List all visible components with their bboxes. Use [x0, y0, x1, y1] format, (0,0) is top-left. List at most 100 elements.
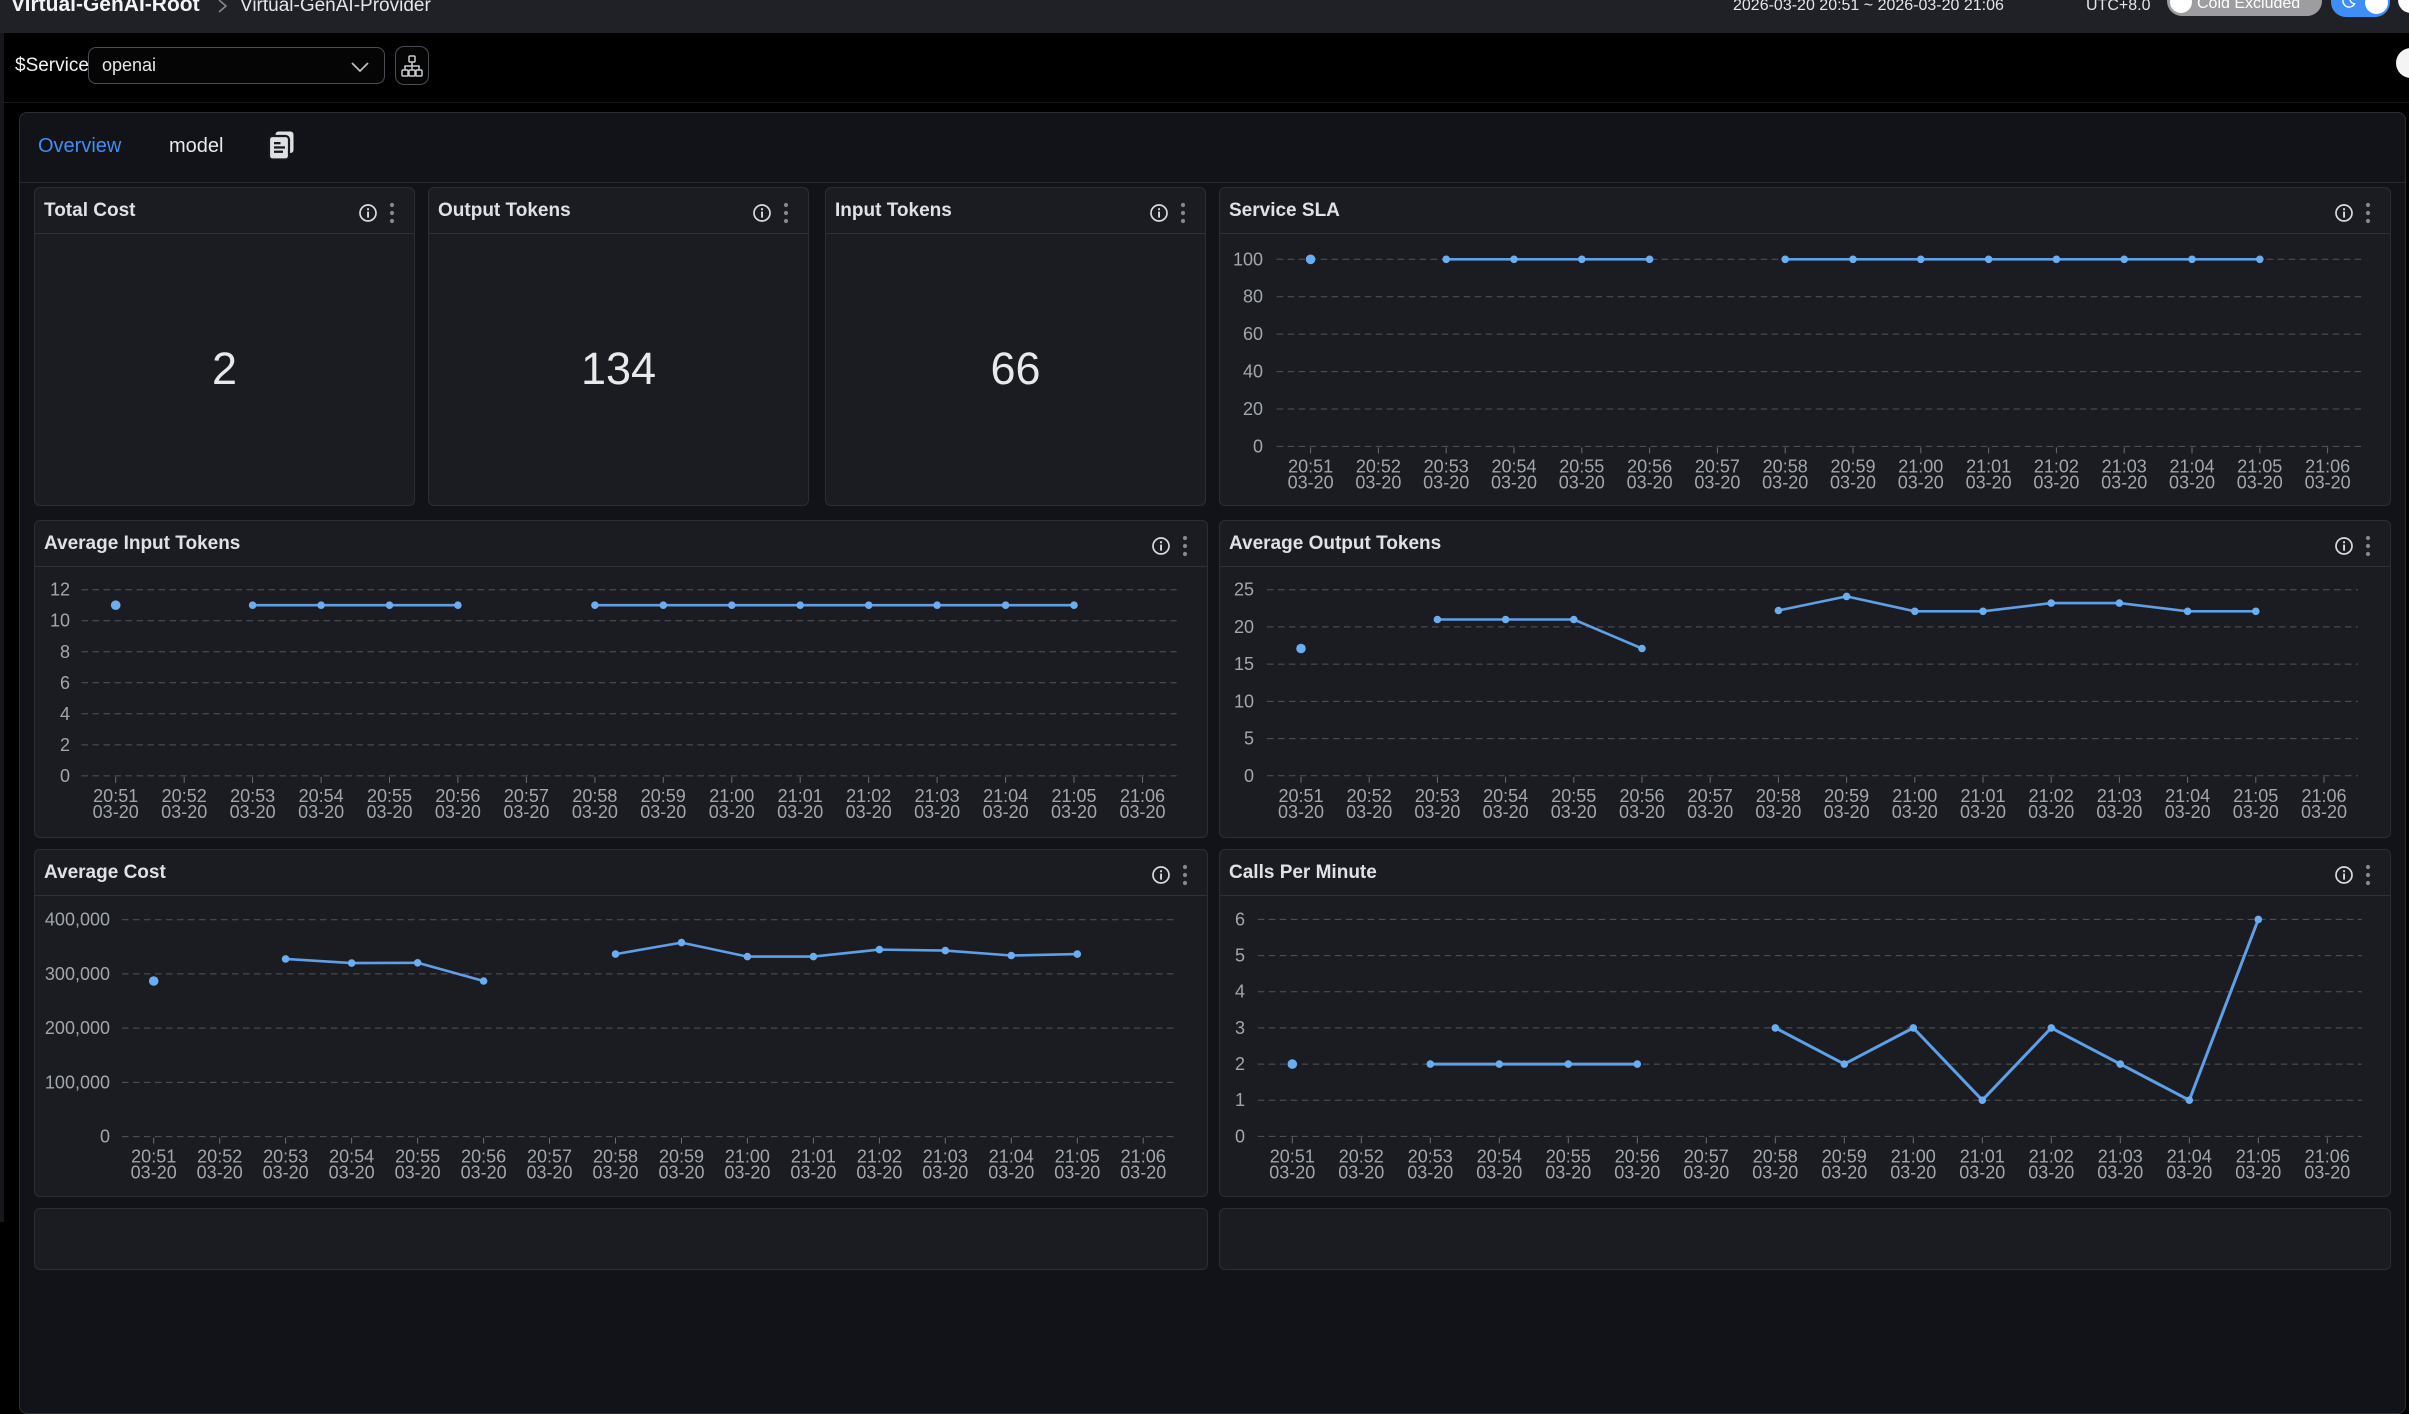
svg-text:10: 10 — [1234, 691, 1254, 711]
svg-text:03-20: 03-20 — [1491, 472, 1537, 492]
svg-text:03-20: 03-20 — [846, 802, 892, 822]
svg-text:3: 3 — [1235, 1018, 1245, 1038]
svg-text:10: 10 — [50, 611, 70, 631]
svg-text:03-20: 03-20 — [1346, 802, 1392, 822]
svg-text:03-20: 03-20 — [2237, 472, 2283, 492]
svg-text:03-20: 03-20 — [790, 1163, 836, 1183]
svg-text:5: 5 — [1244, 729, 1254, 749]
svg-text:03-20: 03-20 — [1694, 472, 1740, 492]
svg-text:03-20: 03-20 — [2101, 472, 2147, 492]
svg-text:1: 1 — [1235, 1090, 1245, 1110]
svg-text:2: 2 — [60, 735, 70, 755]
svg-text:03-20: 03-20 — [526, 1163, 572, 1183]
svg-text:03-20: 03-20 — [1551, 802, 1597, 822]
svg-text:03-20: 03-20 — [856, 1163, 902, 1183]
svg-text:03-20: 03-20 — [2028, 802, 2074, 822]
svg-text:8: 8 — [60, 642, 70, 662]
svg-text:03-20: 03-20 — [922, 1163, 968, 1183]
svg-text:20: 20 — [1243, 399, 1263, 419]
svg-text:03-20: 03-20 — [1892, 802, 1938, 822]
svg-text:4: 4 — [60, 704, 70, 724]
svg-text:100: 100 — [1233, 249, 1263, 269]
svg-text:03-20: 03-20 — [2235, 1162, 2281, 1182]
svg-text:12: 12 — [50, 580, 70, 600]
svg-text:03-20: 03-20 — [1627, 472, 1673, 492]
svg-text:03-20: 03-20 — [1120, 1163, 1166, 1183]
svg-text:03-20: 03-20 — [461, 1163, 507, 1183]
svg-text:03-20: 03-20 — [1545, 1162, 1591, 1182]
svg-text:03-20: 03-20 — [1762, 472, 1808, 492]
svg-text:03-20: 03-20 — [263, 1163, 309, 1183]
svg-text:03-20: 03-20 — [298, 802, 344, 822]
svg-text:03-20: 03-20 — [329, 1163, 375, 1183]
svg-text:03-20: 03-20 — [640, 802, 686, 822]
svg-text:80: 80 — [1243, 287, 1263, 307]
svg-text:03-20: 03-20 — [2033, 472, 2079, 492]
svg-text:03-20: 03-20 — [1683, 1162, 1729, 1182]
svg-text:03-20: 03-20 — [914, 802, 960, 822]
svg-text:03-20: 03-20 — [1898, 472, 1944, 492]
svg-text:03-20: 03-20 — [435, 802, 481, 822]
svg-text:03-20: 03-20 — [777, 802, 823, 822]
svg-text:60: 60 — [1243, 324, 1263, 344]
svg-text:03-20: 03-20 — [1755, 802, 1801, 822]
svg-text:03-20: 03-20 — [1269, 1162, 1315, 1182]
svg-text:03-20: 03-20 — [1960, 802, 2006, 822]
svg-text:03-20: 03-20 — [2165, 802, 2211, 822]
svg-text:03-20: 03-20 — [93, 802, 139, 822]
svg-text:03-20: 03-20 — [983, 802, 1029, 822]
svg-text:03-20: 03-20 — [1821, 1162, 1867, 1182]
svg-text:03-20: 03-20 — [1119, 802, 1165, 822]
svg-text:03-20: 03-20 — [1423, 472, 1469, 492]
svg-text:03-20: 03-20 — [1051, 802, 1097, 822]
svg-text:300,000: 300,000 — [45, 964, 110, 984]
svg-text:03-20: 03-20 — [2028, 1162, 2074, 1182]
svg-text:03-20: 03-20 — [709, 802, 755, 822]
svg-text:03-20: 03-20 — [2169, 472, 2215, 492]
svg-text:03-20: 03-20 — [658, 1163, 704, 1183]
svg-text:03-20: 03-20 — [1414, 802, 1460, 822]
svg-text:40: 40 — [1243, 362, 1263, 382]
svg-text:25: 25 — [1234, 580, 1254, 600]
svg-text:20: 20 — [1234, 617, 1254, 637]
svg-text:03-20: 03-20 — [1054, 1163, 1100, 1183]
svg-text:03-20: 03-20 — [2304, 1162, 2350, 1182]
svg-text:400,000: 400,000 — [45, 910, 110, 930]
svg-text:03-20: 03-20 — [1476, 1162, 1522, 1182]
svg-text:03-20: 03-20 — [1338, 1162, 1384, 1182]
svg-text:0: 0 — [1235, 1126, 1245, 1146]
svg-text:0: 0 — [100, 1127, 110, 1147]
svg-text:03-20: 03-20 — [395, 1163, 441, 1183]
svg-text:03-20: 03-20 — [1890, 1162, 1936, 1182]
svg-text:03-20: 03-20 — [1959, 1162, 2005, 1182]
svg-text:03-20: 03-20 — [2097, 1162, 2143, 1182]
svg-text:03-20: 03-20 — [1288, 472, 1334, 492]
svg-text:100,000: 100,000 — [45, 1072, 110, 1092]
svg-text:03-20: 03-20 — [230, 802, 276, 822]
svg-text:03-20: 03-20 — [2096, 802, 2142, 822]
svg-text:0: 0 — [60, 766, 70, 786]
svg-text:03-20: 03-20 — [503, 802, 549, 822]
svg-text:03-20: 03-20 — [1483, 802, 1529, 822]
svg-text:03-20: 03-20 — [1614, 1162, 1660, 1182]
svg-text:6: 6 — [60, 673, 70, 693]
svg-text:4: 4 — [1235, 982, 1245, 1002]
svg-text:03-20: 03-20 — [1619, 802, 1665, 822]
svg-text:03-20: 03-20 — [1407, 1162, 1453, 1182]
svg-text:03-20: 03-20 — [1355, 472, 1401, 492]
svg-text:15: 15 — [1234, 654, 1254, 674]
svg-text:03-20: 03-20 — [1752, 1162, 1798, 1182]
svg-text:03-20: 03-20 — [197, 1163, 243, 1183]
svg-text:03-20: 03-20 — [572, 802, 618, 822]
svg-text:03-20: 03-20 — [1966, 472, 2012, 492]
svg-text:200,000: 200,000 — [45, 1018, 110, 1038]
svg-text:03-20: 03-20 — [366, 802, 412, 822]
svg-text:03-20: 03-20 — [2301, 802, 2347, 822]
svg-text:03-20: 03-20 — [592, 1163, 638, 1183]
svg-text:03-20: 03-20 — [1824, 802, 1870, 822]
svg-text:03-20: 03-20 — [988, 1163, 1034, 1183]
svg-text:03-20: 03-20 — [2305, 472, 2351, 492]
svg-text:03-20: 03-20 — [131, 1163, 177, 1183]
svg-text:03-20: 03-20 — [1278, 802, 1324, 822]
svg-text:0: 0 — [1253, 436, 1263, 456]
